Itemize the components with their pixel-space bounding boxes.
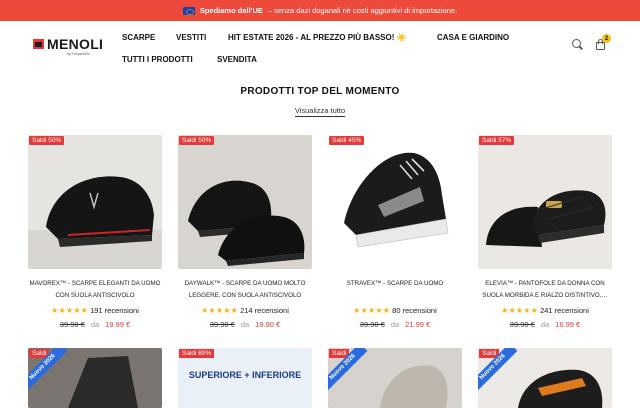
site-header: MENOLI by FrequenZio SCARPE VESTITI HIT … [0, 21, 640, 73]
product-card[interactable]: Saldi Nuovo 2026 [28, 348, 162, 408]
announcement-bar: Spediamo dall'UE – senza dazi doganali n… [0, 0, 640, 21]
product-card[interactable]: Saldi 57% ELEVIA™ - PANTOFOLE DA DONNA C… [478, 135, 612, 335]
product-price: 39.90 € da 21.99 € [359, 320, 431, 329]
announcement-text: – senza dazi doganali né costi aggiuntiv… [267, 6, 458, 15]
banner-text: SUPERIORE + INFERIORE [188, 370, 302, 380]
star-rating-icon: ★★★★★ [501, 306, 538, 315]
product-card[interactable]: Saldi 45% STRAVEX™ - SCARPE DA UOMO ★★★★… [328, 135, 462, 335]
nav-item-svendita[interactable]: SVENDITA [217, 55, 257, 64]
eu-flag-icon [182, 6, 195, 15]
product-card[interactable]: Saldi Nuovo 2026 [478, 348, 612, 408]
product-rating: ★★★★★ 191 recensioni [51, 306, 139, 315]
cart-count-badge: 2 [602, 34, 611, 43]
product-card[interactable]: Saldi Nuovo 2026 [328, 348, 462, 408]
nav-item-scarpe[interactable]: SCARPE [122, 33, 155, 42]
product-rating: ★★★★★ 80 recensioni [353, 306, 437, 315]
star-rating-icon: ★★★★★ [201, 306, 238, 315]
product-card[interactable]: Saldi 50% DAYWALK™ - SCARPE DA UOMO MOLT… [178, 135, 312, 335]
search-icon[interactable] [572, 39, 583, 50]
announcement-bold: Spediamo dall'UE [199, 6, 263, 15]
product-image[interactable]: Saldi 50% [178, 135, 312, 269]
product-name[interactable]: ELEVIA™ - PANTOFOLE DA DONNA CON SUOLA M… [478, 278, 612, 302]
sale-badge: Saldi 45% [329, 136, 365, 145]
nav-item-casa-giardino[interactable]: CASA E GIARDINO [437, 33, 509, 42]
nav-item-vestiti[interactable]: VESTITI [176, 33, 206, 42]
view-all-link[interactable]: Visualizza tutto [0, 106, 640, 117]
nav-item-tutti-prodotti[interactable]: TUTTI I PRODOTTI [122, 55, 193, 64]
product-name[interactable]: DAYWALK™ - SCARPE DA UOMO MOLTO LEGGERE,… [178, 278, 312, 302]
sale-badge: Saldi 50% [29, 136, 65, 145]
product-image[interactable]: Saldi 45% [328, 135, 462, 269]
product-card[interactable]: Saldi 50% MAVOREX™ - SCARPE ELEGANTI DA … [28, 135, 162, 335]
cart-icon[interactable]: 2 [595, 34, 611, 50]
sale-badge: Saldi 69% [179, 349, 215, 358]
header-icons: 2 [572, 34, 611, 50]
product-price: 39.90 € da 16.99 € [509, 320, 581, 329]
star-rating-icon: ★★★★★ [353, 306, 391, 315]
logo-mark-icon [33, 39, 44, 49]
product-card[interactable]: Saldi 69% SUPERIORE + INFERIORE [178, 348, 312, 408]
product-price: 39.90 € da 19.90 € [209, 320, 281, 329]
product-image[interactable]: Saldi 50% [28, 135, 162, 269]
product-rating: ★★★★★ 214 recensioni [201, 306, 289, 315]
product-name[interactable]: MAVOREX™ - SCARPE ELEGANTI DA UOMO CON S… [28, 278, 162, 302]
star-rating-icon: ★★★★★ [51, 306, 88, 315]
sale-badge: Saldi 57% [479, 136, 515, 145]
product-price: 39.90 € da 19.99 € [59, 320, 131, 329]
product-rating: ★★★★★ 241 recensioni [501, 306, 589, 315]
nav-item-hit-estate[interactable]: HIT ESTATE 2026 - AL PREZZO PIÙ BASSO! ☀… [228, 33, 407, 42]
logo-sub: by FrequenZio [67, 52, 90, 56]
product-name[interactable]: STRAVEX™ - SCARPE DA UOMO [328, 278, 462, 290]
section-title: PRODOTTI TOP DEL MOMENTO [240, 86, 400, 97]
sale-badge: Saldi 50% [179, 136, 215, 145]
logo[interactable]: MENOLI by FrequenZio [33, 36, 104, 56]
product-image[interactable]: Saldi 57% [478, 135, 612, 269]
logo-word: MENOLI [47, 36, 104, 52]
